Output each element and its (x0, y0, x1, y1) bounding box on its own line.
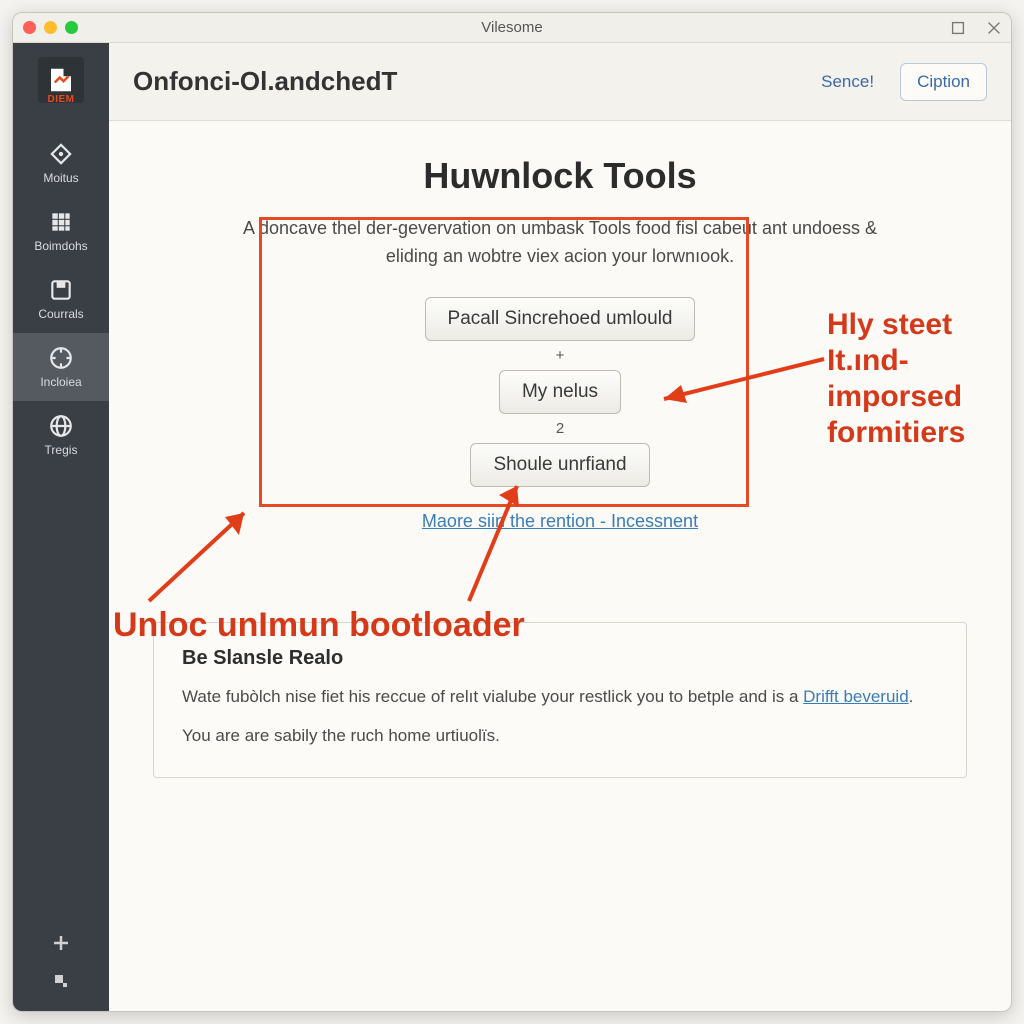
window-title: Vilesome (13, 19, 1011, 36)
hero-description: A doncave thel der-gevervation on umbask… (240, 215, 880, 271)
action-stack: Pacall Sincrehoed umlould + My nelus 2 S… (143, 297, 977, 487)
page-title: Onfonci-Ol.andchedT (133, 66, 397, 97)
sidebar-item-label: Boimdohs (34, 239, 87, 253)
info-card-title: Be Slansle Realo (182, 647, 938, 670)
content-pane: Onfonci-Ol.andchedT Sence! Ciption Huwnl… (109, 43, 1011, 1011)
mynelus-button[interactable]: My nelus (499, 370, 621, 414)
logo-text: DIEM (48, 94, 75, 105)
sence-button[interactable]: Sence! (805, 63, 890, 101)
target-icon (48, 345, 74, 371)
sidebar-bottom (51, 933, 71, 1011)
sidebar-item-moitus[interactable]: Moitus (13, 129, 109, 197)
main-area: Huwnlock Tools A doncave thel der-geverv… (109, 121, 1011, 1011)
sidebar-item-label: Tregis (45, 443, 78, 457)
sidebar: DIEM Moitus Boimdohs Courrals Incloiea T… (13, 43, 109, 1011)
diamond-icon (48, 141, 74, 167)
minimize-dot[interactable] (44, 21, 57, 34)
app-window: Vilesome DIEM Moitus Boimdohs Courrals (12, 12, 1012, 1012)
window-close-icon[interactable] (985, 19, 1003, 37)
annotation-arrow-bottom-right (429, 471, 539, 611)
ciption-button[interactable]: Ciption (900, 63, 987, 101)
traffic-lights (23, 21, 78, 34)
info-text: Wate fubòlch nise fiet his reccue of rel… (182, 687, 803, 706)
sidebar-item-label: Moitus (43, 171, 78, 185)
sidebar-item-tregis[interactable]: Tregis (13, 401, 109, 469)
maximize-dot[interactable] (65, 21, 78, 34)
pacall-button[interactable]: Pacall Sincrehoed umlould (425, 297, 696, 341)
grid-icon (48, 209, 74, 235)
info-card-line2: You are are sabily the ruch home urtiuol… (182, 723, 938, 749)
globe-icon (48, 413, 74, 439)
sidebar-item-incloiea[interactable]: Incloiea (13, 333, 109, 401)
titlebar: Vilesome (13, 13, 1011, 43)
window-restore-icon[interactable] (949, 19, 967, 37)
step-2: 2 (556, 420, 564, 437)
close-dot[interactable] (23, 21, 36, 34)
collapse-icon[interactable] (51, 971, 71, 991)
shoule-button[interactable]: Shoule unrfiand (470, 443, 649, 487)
sidebar-item-courrals[interactable]: Courrals (13, 265, 109, 333)
app-logo[interactable]: DIEM (38, 57, 84, 103)
sidebar-item-boimdohs[interactable]: Boimdohs (13, 197, 109, 265)
hero-title: Huwnlock Tools (143, 155, 977, 197)
plus-icon[interactable] (51, 933, 71, 953)
step-plus: + (556, 347, 565, 364)
drift-link[interactable]: Drifft beveruid (803, 687, 909, 706)
sidebar-item-label: Incloiea (40, 375, 81, 389)
sidebar-item-label: Courrals (38, 307, 83, 321)
more-link[interactable]: Maore siin the rention - Incessnent (143, 511, 977, 532)
content-header: Onfonci-Ol.andchedT Sence! Ciption (109, 43, 1011, 121)
info-card-line1: Wate fubòlch nise fiet his reccue of rel… (182, 684, 938, 710)
save-icon (48, 277, 74, 303)
info-card: Be Slansle Realo Wate fubòlch nise fiet … (153, 622, 967, 778)
info-text-end: . (909, 687, 914, 706)
